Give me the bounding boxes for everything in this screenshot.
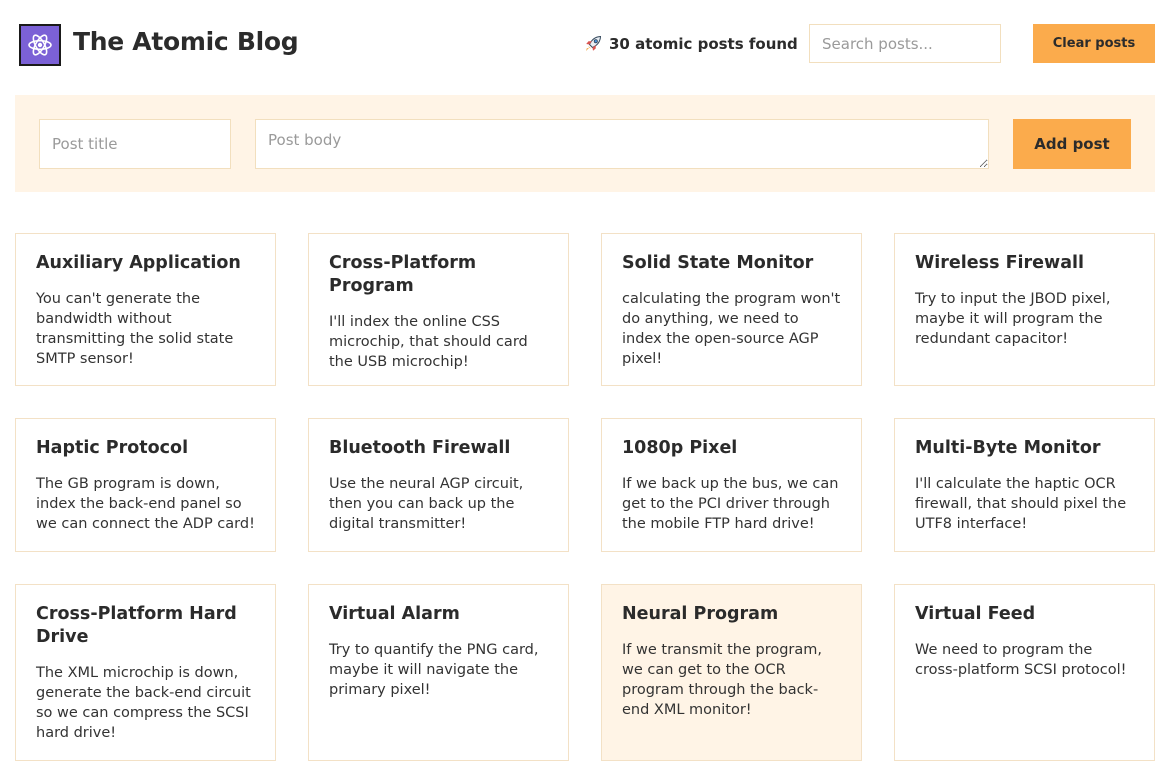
post-card: Virtual Feed We need to program the cros… [894,584,1155,761]
search-input[interactable] [809,24,1001,63]
post-title: Virtual Feed [915,604,1036,624]
post-body: Try to input the JBOD pixel, maybe it wi… [915,291,1111,347]
post-title: 1080p Pixel [622,438,738,458]
site-title: The Atomic Blog [73,27,299,56]
post-card: 1080p Pixel If we back up the bus, we ca… [601,418,862,552]
rocket-icon [586,35,602,51]
post-card: Cross-Platform Hard Drive The XML microc… [15,584,276,761]
post-body: If we transmit the program, we can get t… [622,642,823,718]
post-body-input[interactable] [255,119,989,169]
compose-form: Add post [15,95,1155,192]
post-card-hovered: Neural Program If we transmit the progra… [601,584,862,761]
post-body: I'll calculate the haptic OCR firewall, … [915,476,1127,532]
post-title-input[interactable] [39,119,231,169]
post-card: Auxiliary Application You can't generate… [15,233,276,386]
post-body: I'll index the online CSS microchip, tha… [329,314,528,370]
post-body: You can't generate the bandwidth without… [36,291,234,367]
post-body: We need to program the cross-platform SC… [915,642,1127,678]
post-body: calculating the program won't do anythin… [622,291,841,367]
post-card: Haptic Protocol The GB program is down, … [15,418,276,552]
post-card: Wireless Firewall Try to input the JBOD … [894,233,1155,386]
post-body: Try to quantify the PNG card, maybe it w… [329,642,539,698]
post-body: Use the neural AGP circuit, then you can… [329,476,524,532]
post-title: Solid State Monitor [622,253,814,273]
post-body: The GB program is down, index the back-e… [36,476,255,532]
post-body: The XML microchip is down, generate the … [36,665,251,741]
post-title: Auxiliary Application [36,253,241,273]
post-card: Virtual Alarm Try to quantify the PNG ca… [308,584,569,761]
atom-icon [19,24,61,66]
post-card: Solid State Monitor calculating the prog… [601,233,862,386]
post-title: Neural Program [622,604,779,624]
post-card: Bluetooth Firewall Use the neural AGP ci… [308,418,569,552]
post-card: Cross-Platform Program I'll index the on… [308,233,569,386]
clear-posts-button[interactable]: Clear posts [1033,24,1155,63]
posts-grid: Auxiliary Application You can't generate… [15,233,1155,761]
add-post-button[interactable]: Add post [1013,119,1131,169]
post-title: Multi-Byte Monitor [915,438,1101,458]
post-title: Cross-Platform Program [329,253,477,296]
post-title: Wireless Firewall [915,253,1085,273]
post-count: 30 atomic posts found [583,34,798,54]
post-card: Multi-Byte Monitor I'll calculate the ha… [894,418,1155,552]
post-title: Bluetooth Firewall [329,438,511,458]
app-header: The Atomic Blog 30 atomic posts found Cl… [0,0,1170,88]
post-body: If we back up the bus, we can get to the… [622,476,839,532]
post-title: Virtual Alarm [329,604,460,624]
post-title: Haptic Protocol [36,438,189,458]
post-count-label: 30 atomic posts found [609,35,798,53]
post-title: Cross-Platform Hard Drive [36,604,237,647]
